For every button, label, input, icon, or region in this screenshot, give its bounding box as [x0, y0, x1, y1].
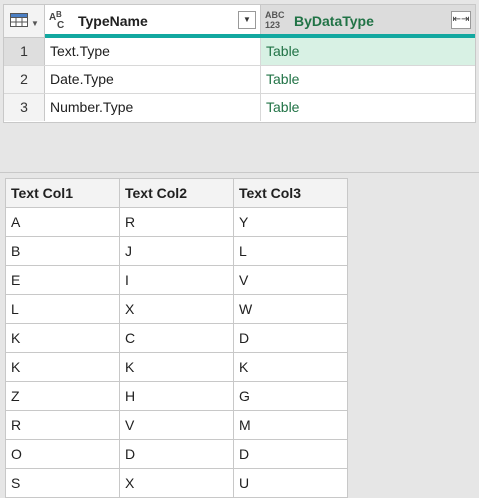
table-menu-button[interactable]: ▼ [4, 5, 45, 37]
preview-cell: S [5, 468, 120, 498]
preview-row: LXW [5, 294, 348, 324]
column-name-typename: TypeName [78, 13, 148, 29]
preview-cell: D [119, 439, 234, 469]
table-row[interactable]: 2 Date.Type Table [4, 66, 475, 94]
preview-cell: U [233, 468, 348, 498]
preview-row: ARY [5, 207, 348, 237]
preview-cell: C [119, 323, 234, 353]
preview-cell: M [233, 410, 348, 440]
text-type-icon: A B C [49, 10, 71, 31]
preview-cell: L [233, 236, 348, 266]
cell-bydatatype[interactable]: Table [261, 38, 475, 65]
cell-typename[interactable]: Number.Type [45, 94, 261, 121]
cell-bydatatype[interactable]: Table [261, 66, 475, 93]
any-type-icon: ABC 123 [265, 10, 285, 30]
preview-cell: A [5, 207, 120, 237]
preview-column-header: Text Col2 [119, 178, 234, 208]
preview-row: BJL [5, 236, 348, 266]
preview-cell: X [119, 294, 234, 324]
cell-bydatatype[interactable]: Table [261, 94, 475, 121]
preview-header-row: Text Col1 Text Col2 Text Col3 [5, 178, 348, 208]
preview-cell: O [5, 439, 120, 469]
column-header-bydatatype[interactable]: ABC 123 ByDataType ⇤⇥ [261, 5, 475, 37]
filter-dropdown-icon[interactable]: ▼ [238, 11, 256, 29]
column-name-bydatatype: ByDataType [294, 13, 374, 29]
table-row[interactable]: 3 Number.Type Table [4, 94, 475, 122]
preview-table: Text Col1 Text Col2 Text Col3 ARYBJLEIVL… [5, 178, 348, 498]
svg-text:B: B [56, 11, 62, 19]
preview-row: SXU [5, 468, 348, 498]
table-menu-icon [10, 13, 28, 27]
preview-row: KKK [5, 352, 348, 382]
preview-cell: G [233, 381, 348, 411]
preview-cell: R [119, 207, 234, 237]
row-number[interactable]: 2 [4, 66, 45, 93]
preview-cell: X [119, 468, 234, 498]
preview-cell: E [5, 265, 120, 295]
preview-row: KCD [5, 323, 348, 353]
preview-row: ZHG [5, 381, 348, 411]
preview-cell: V [233, 265, 348, 295]
preview-row: RVM [5, 410, 348, 440]
preview-cell: D [233, 439, 348, 469]
preview-row: ODD [5, 439, 348, 469]
preview-cell: K [119, 352, 234, 382]
expand-column-icon[interactable]: ⇤⇥ [451, 11, 471, 29]
preview-cell: K [5, 352, 120, 382]
preview-column-header: Text Col1 [5, 178, 120, 208]
table-row[interactable]: 1 Text.Type Table [4, 38, 475, 66]
type-icon-abc: ABC [265, 10, 285, 20]
column-header-typename[interactable]: A B C TypeName ▼ [45, 5, 261, 37]
preview-cell: Z [5, 381, 120, 411]
cell-typename[interactable]: Date.Type [45, 66, 261, 93]
grid-header: ▼ A B C TypeName ▼ ABC 123 ByDataType ⇤⇥ [4, 5, 475, 38]
preview-row: EIV [5, 265, 348, 295]
preview-cell: J [119, 236, 234, 266]
row-number[interactable]: 3 [4, 94, 45, 121]
preview-cell: R [5, 410, 120, 440]
chevron-down-icon: ▼ [31, 19, 39, 28]
pane-splitter[interactable] [0, 172, 479, 173]
type-icon-123: 123 [265, 20, 281, 30]
preview-cell: I [119, 265, 234, 295]
preview-cell: L [5, 294, 120, 324]
preview-cell: D [233, 323, 348, 353]
cell-typename[interactable]: Text.Type [45, 38, 261, 65]
query-grid: ▼ A B C TypeName ▼ ABC 123 ByDataType ⇤⇥ [3, 4, 476, 123]
preview-cell: Y [233, 207, 348, 237]
preview-cell: B [5, 236, 120, 266]
preview-cell: H [119, 381, 234, 411]
preview-column-header: Text Col3 [233, 178, 348, 208]
preview-cell: V [119, 410, 234, 440]
preview-cell: K [5, 323, 120, 353]
preview-cell: K [233, 352, 348, 382]
svg-text:C: C [57, 20, 64, 29]
preview-cell: W [233, 294, 348, 324]
row-number[interactable]: 1 [4, 38, 45, 65]
